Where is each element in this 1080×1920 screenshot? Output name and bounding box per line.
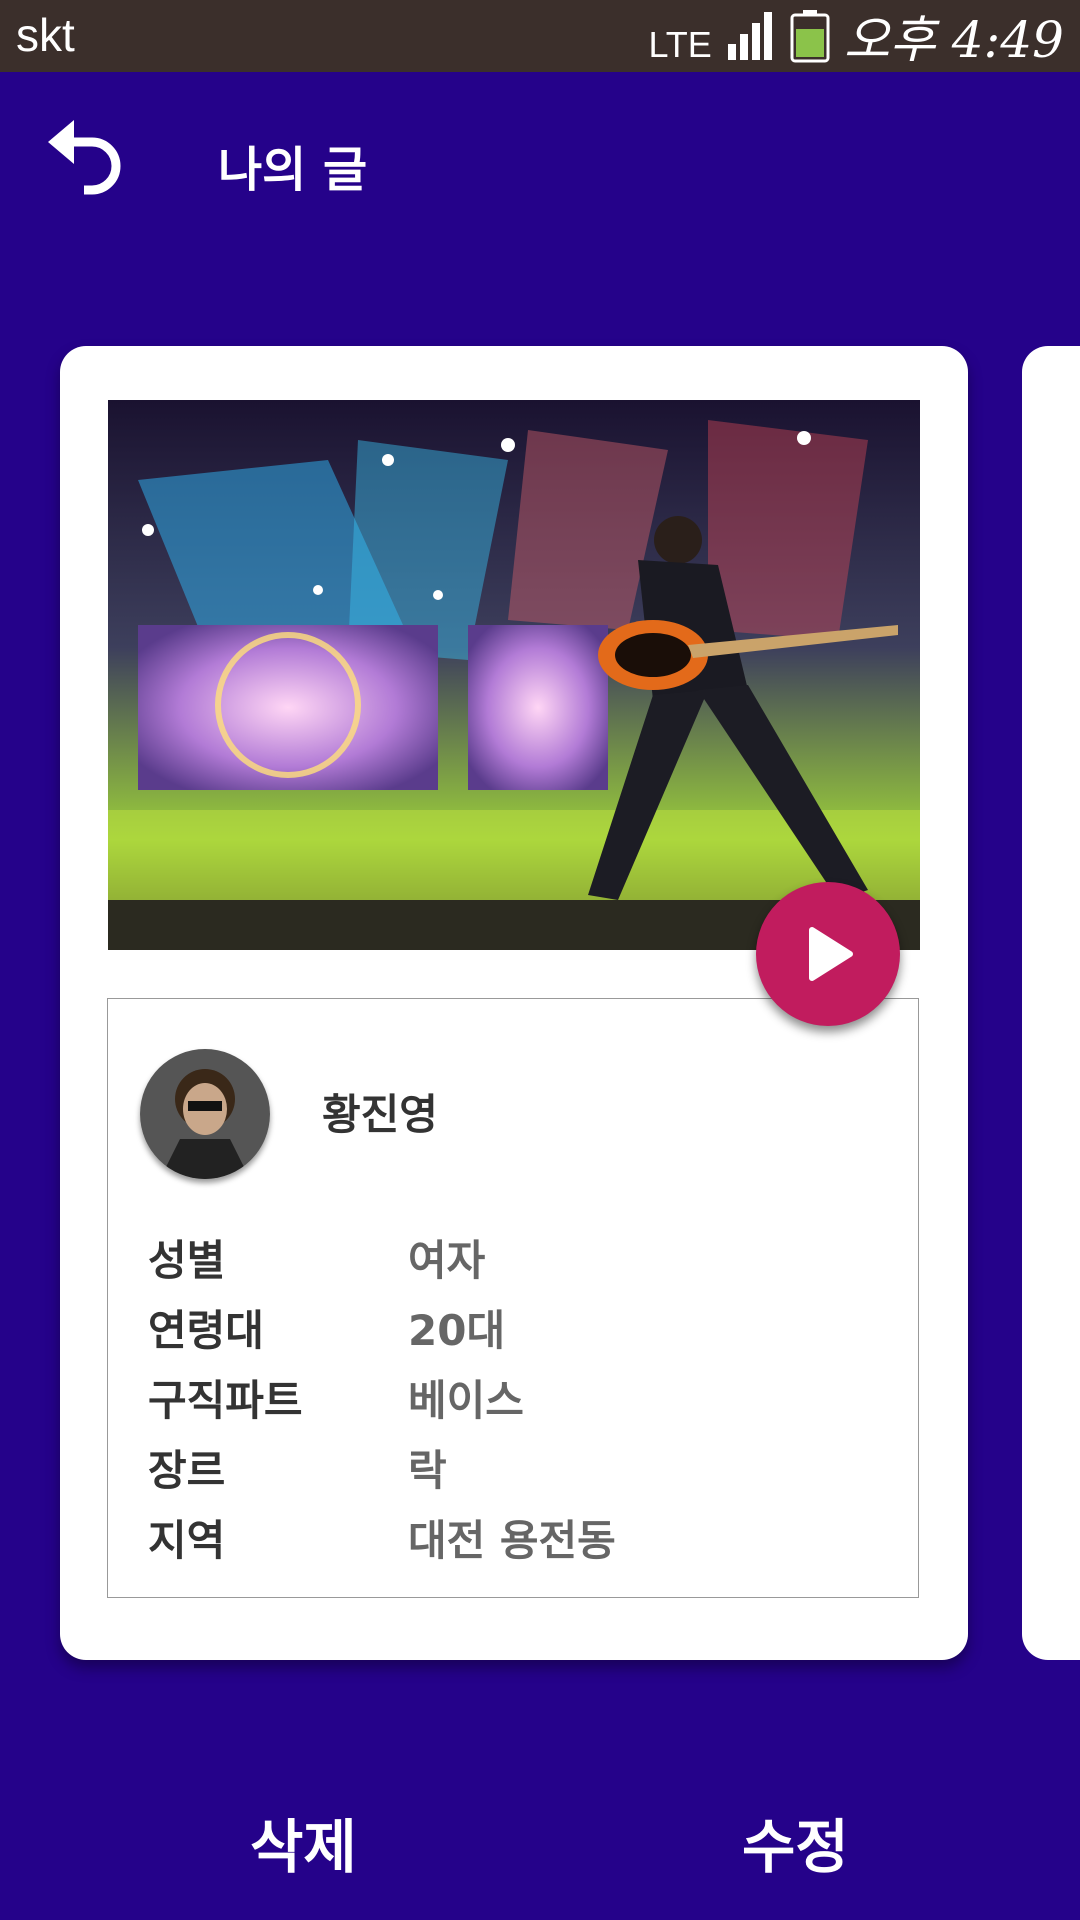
bottom-action-bar: 삭제 수정 [0, 1800, 1080, 1900]
field-value: 여자 [408, 1236, 486, 1285]
post-info-box: 황진영 성별 여자 연령대 20대 구직파트 베이스 장르 락 지역 대전 용전… [107, 998, 919, 1598]
signal-icon [727, 12, 772, 60]
play-icon [809, 927, 853, 981]
field-label: 연령대 [148, 1306, 264, 1355]
field-label: 구직파트 [148, 1376, 303, 1425]
network-type: LTE [648, 24, 712, 65]
field-label: 지역 [148, 1516, 226, 1565]
page-title: 나의 글 [218, 142, 368, 198]
post-card[interactable]: 황진영 성별 여자 연령대 20대 구직파트 베이스 장르 락 지역 대전 용전… [60, 346, 968, 1660]
carrier-label: skt [16, 9, 75, 61]
edit-button[interactable]: 수정 [742, 1800, 849, 1884]
next-card-peek[interactable] [1022, 346, 1080, 1660]
avatar[interactable] [140, 1049, 270, 1179]
field-value: 베이스 [408, 1376, 524, 1425]
battery-icon [790, 10, 830, 63]
delete-button[interactable]: 삭제 [250, 1800, 357, 1884]
concert-photo [108, 400, 920, 950]
field-label: 성별 [148, 1236, 226, 1285]
status-time: 오후 4:49 [843, 11, 1064, 69]
field-value: 락 [408, 1446, 447, 1495]
status-bar: skt LTE 오후 4:49 [0, 0, 1080, 72]
author-name: 황진영 [322, 1090, 438, 1139]
field-value: 20대 [408, 1306, 506, 1355]
app-bar: 나의 글 [0, 72, 1080, 252]
field-value: 대전 용전동 [408, 1516, 616, 1565]
back-arrow-icon[interactable] [44, 112, 134, 202]
play-button[interactable] [756, 882, 900, 1026]
field-label: 장르 [148, 1446, 226, 1495]
